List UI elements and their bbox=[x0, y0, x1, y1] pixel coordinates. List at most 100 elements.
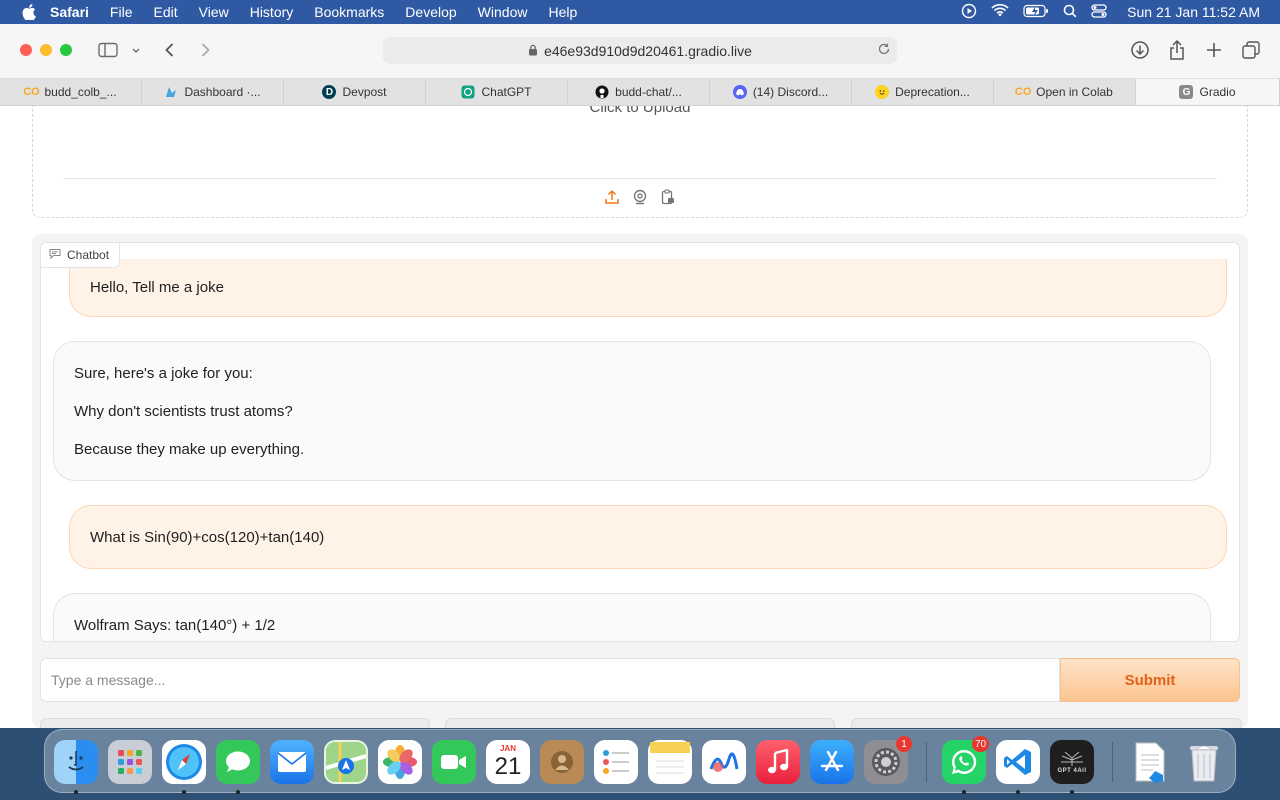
close-window-button[interactable] bbox=[20, 44, 32, 56]
calendar-day: 21 bbox=[494, 753, 522, 780]
document-icon[interactable] bbox=[1128, 740, 1172, 784]
downloads-icon[interactable] bbox=[1129, 38, 1151, 62]
notification-badge: 70 bbox=[972, 736, 990, 752]
gpt4all-label: GPT 4All bbox=[1057, 767, 1087, 774]
message-input-row: Submit bbox=[40, 658, 1240, 702]
control-center-icon[interactable] bbox=[1091, 3, 1107, 21]
message-input[interactable] bbox=[40, 658, 1060, 702]
user-message: What is Sin(90)+cos(120)+tan(140) bbox=[69, 505, 1227, 569]
tab-gradio[interactable]: G Gradio bbox=[1136, 79, 1280, 105]
share-icon[interactable] bbox=[1166, 38, 1188, 62]
messages-icon[interactable] bbox=[216, 740, 260, 784]
tab-devpost[interactable]: D Devpost bbox=[284, 79, 426, 105]
tab-budd-colab[interactable]: CO budd_colb_... bbox=[0, 79, 142, 105]
tab-label: Open in Colab bbox=[1036, 85, 1113, 99]
chatbot-label: Chatbot bbox=[67, 248, 110, 262]
message-text: Why don't scientists trust atoms? bbox=[74, 403, 293, 420]
battery-icon[interactable] bbox=[1023, 4, 1049, 21]
menu-safari[interactable]: Safari bbox=[50, 4, 89, 20]
mail-icon[interactable] bbox=[270, 740, 314, 784]
gradio-icon: G bbox=[1179, 85, 1194, 99]
devpost-icon: D bbox=[322, 85, 337, 99]
launchpad-icon[interactable] bbox=[108, 740, 152, 784]
safari-icon[interactable] bbox=[162, 740, 206, 784]
menu-history[interactable]: History bbox=[250, 4, 294, 20]
upload-label[interactable]: Click to Upload bbox=[33, 106, 1247, 116]
tab-label: ChatGPT bbox=[481, 85, 532, 99]
back-icon[interactable] bbox=[160, 38, 180, 62]
notes-icon[interactable] bbox=[648, 740, 692, 784]
sidebar-icon[interactable] bbox=[97, 38, 119, 62]
wifi-icon[interactable] bbox=[991, 3, 1009, 21]
forward-icon[interactable] bbox=[195, 38, 215, 62]
running-indicator bbox=[74, 790, 78, 794]
gpt4all-icon[interactable]: GPT 4All bbox=[1050, 740, 1094, 784]
menu-file[interactable]: File bbox=[110, 4, 133, 20]
trash-icon[interactable] bbox=[1182, 740, 1226, 784]
webcam-icon[interactable] bbox=[632, 189, 648, 205]
apple-icon[interactable] bbox=[20, 3, 38, 21]
zoom-window-button[interactable] bbox=[60, 44, 72, 56]
calendar-icon[interactable]: JAN 21 bbox=[486, 740, 530, 784]
tab-label: Deprecation... bbox=[895, 85, 970, 99]
menu-develop[interactable]: Develop bbox=[405, 4, 456, 20]
running-indicator bbox=[1070, 790, 1074, 794]
upload-icon[interactable] bbox=[604, 189, 620, 205]
app-store-icon[interactable] bbox=[810, 740, 854, 784]
tab-label: Devpost bbox=[342, 85, 387, 99]
facetime-icon[interactable] bbox=[432, 740, 476, 784]
menu-window[interactable]: Window bbox=[478, 4, 528, 20]
reload-icon[interactable] bbox=[877, 42, 891, 59]
menu-bookmarks[interactable]: Bookmarks bbox=[314, 4, 384, 20]
minimize-window-button[interactable] bbox=[40, 44, 52, 56]
photos-icon[interactable] bbox=[378, 740, 422, 784]
contacts-icon[interactable] bbox=[540, 740, 584, 784]
menubar-clock[interactable]: Sun 21 Jan 11:52 AM bbox=[1127, 4, 1260, 20]
tab-label: (14) Discord... bbox=[752, 85, 829, 99]
menu-view[interactable]: View bbox=[199, 4, 229, 20]
chevron-down-icon[interactable] bbox=[129, 38, 143, 62]
chatbot-label-tag: Chatbot bbox=[41, 243, 121, 268]
tab-open-in-colab[interactable]: CO Open in Colab bbox=[994, 79, 1136, 105]
menu-edit[interactable]: Edit bbox=[153, 4, 177, 20]
dock-separator bbox=[926, 742, 927, 782]
colab-icon: CO bbox=[1014, 86, 1032, 98]
dashboard-icon bbox=[164, 85, 178, 99]
chatbot[interactable]: Chatbot Hello, Tell me a joke Sure, here… bbox=[40, 242, 1240, 642]
tab-deprecation[interactable]: Deprecation... bbox=[852, 79, 994, 105]
message-text: Hello, Tell me a joke bbox=[90, 279, 224, 296]
menu-help[interactable]: Help bbox=[548, 4, 577, 20]
reminders-icon[interactable] bbox=[594, 740, 638, 784]
clipboard-icon[interactable] bbox=[660, 189, 676, 205]
finder-icon[interactable] bbox=[54, 740, 98, 784]
search-icon[interactable] bbox=[1063, 4, 1077, 21]
chat-bubble-icon bbox=[49, 248, 61, 262]
tab-bar: CO budd_colb_... Dashboard ·... D Devpos… bbox=[0, 79, 1280, 106]
message-text: Because they make up everything. bbox=[74, 441, 305, 458]
tab-dashboard[interactable]: Dashboard ·... bbox=[142, 79, 284, 105]
tab-discord[interactable]: (14) Discord... bbox=[710, 79, 852, 105]
window-controls bbox=[20, 44, 72, 56]
tab-github[interactable]: budd-chat/... bbox=[568, 79, 710, 105]
vscode-icon[interactable] bbox=[996, 740, 1040, 784]
page-content: Click to Upload Chatbot Hello, Tell me a… bbox=[0, 106, 1280, 728]
music-icon[interactable] bbox=[756, 740, 800, 784]
freeform-icon[interactable] bbox=[702, 740, 746, 784]
chat-panel: Chatbot Hello, Tell me a joke Sure, here… bbox=[32, 234, 1248, 728]
huggingface-icon bbox=[875, 85, 890, 99]
image-upload-dropzone[interactable]: Click to Upload bbox=[32, 106, 1248, 218]
url-text: e46e93d910d9d20461.gradio.live bbox=[544, 42, 752, 59]
tab-overview-icon[interactable] bbox=[1240, 38, 1262, 62]
address-bar[interactable]: e46e93d910d9d20461.gradio.live bbox=[383, 37, 897, 64]
calendar-month: JAN bbox=[499, 744, 516, 753]
tab-chatgpt[interactable]: ChatGPT bbox=[426, 79, 568, 105]
maps-icon[interactable] bbox=[324, 740, 368, 784]
lock-icon bbox=[528, 43, 538, 59]
message-text: Wolfram Says: tan(140°) + 1/2 bbox=[74, 617, 276, 634]
menu-bar: Safari File Edit View History Bookmarks … bbox=[0, 0, 1280, 24]
divider bbox=[63, 178, 1217, 179]
play-icon[interactable] bbox=[961, 3, 977, 22]
new-tab-icon[interactable] bbox=[1203, 38, 1225, 62]
submit-button[interactable]: Submit bbox=[1060, 658, 1240, 702]
panel-stub bbox=[851, 718, 1242, 728]
